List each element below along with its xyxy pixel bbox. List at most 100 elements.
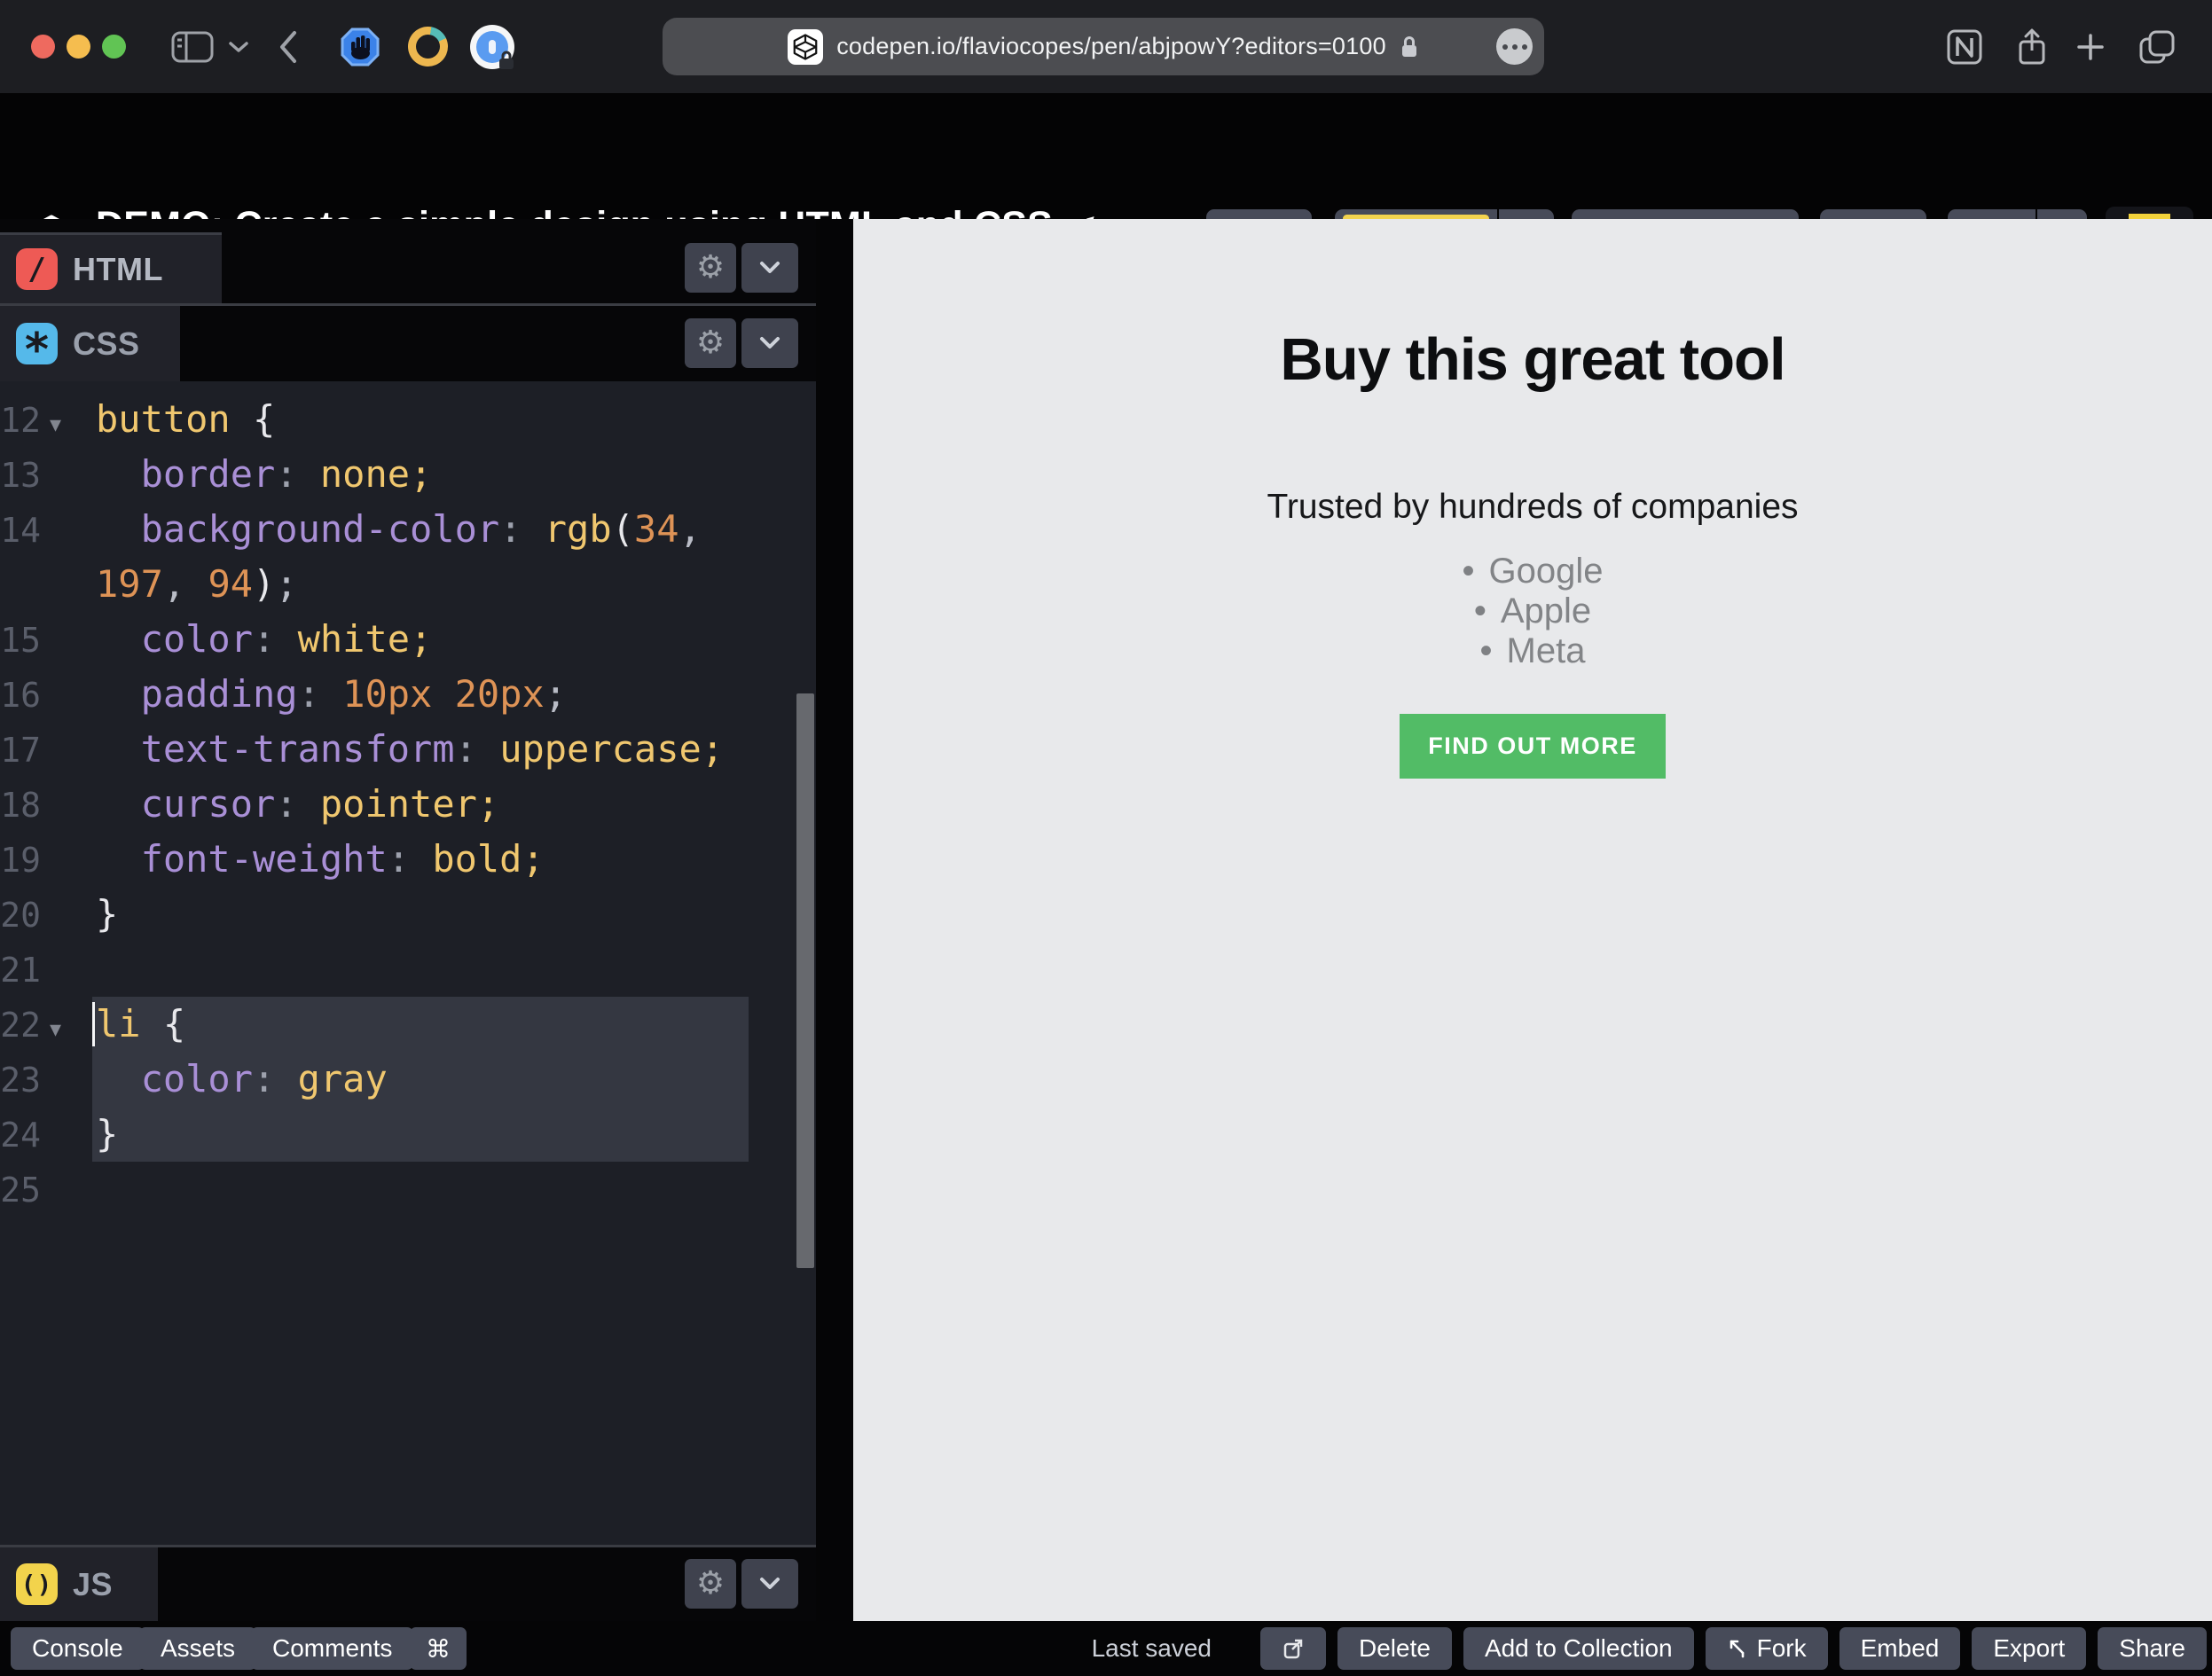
find-out-more-button[interactable]: FIND OUT MORE [1400,714,1666,779]
code-line-22[interactable]: 22 ▾ li { [0,997,816,1052]
new-tab-icon[interactable] [2075,0,2106,93]
line-number: 16 [0,676,41,715]
line-number: 22 [0,1006,41,1045]
bullet-icon: • [1462,552,1475,591]
html-editor-header: / HTML ⚙ [0,219,816,303]
code-line-20[interactable]: 20} [0,887,816,942]
external-link-icon [1283,1639,1303,1659]
fold-arrow-icon[interactable]: ▾ [41,1002,96,1057]
js-collapse-button[interactable] [741,1559,798,1609]
code-token: ; [275,562,298,606]
assets-button[interactable]: Assets [139,1627,257,1670]
code-token: padding [140,672,298,716]
css-collapse-button[interactable] [741,318,798,368]
html-icon: / [16,248,58,290]
code-token: : [253,1057,276,1100]
keyboard-shortcuts-button[interactable]: ⌘ [410,1627,467,1670]
page-settings-ellipsis-icon[interactable] [1496,28,1533,65]
code-token: font-weight [140,837,388,881]
preview-subheading: Trusted by hundreds of companies [1267,488,1799,526]
tab-css[interactable]: * CSS [0,306,180,381]
chevron-down-icon [760,337,780,349]
code-line-13[interactable]: 13 border: none; [0,447,816,502]
code-line-17[interactable]: 17 text-transform: uppercase; [0,722,816,777]
delete-button[interactable]: Delete [1337,1627,1452,1670]
code-line-24[interactable]: 24} [0,1107,816,1162]
embed-button[interactable]: Embed [1839,1627,1961,1670]
fold-arrow-icon[interactable]: ▾ [41,397,96,452]
html-settings-gear-button[interactable]: ⚙ [685,243,736,293]
code-line-19[interactable]: 19 font-weight: bold; [0,832,816,887]
screenshot-root: codepen.io/flaviocopes/pen/abjpowY?edito… [0,0,2212,1676]
code-line-14[interactable]: 14 background-color: rgb(34, [0,502,816,557]
code-line-18[interactable]: 18 cursor: pointer; [0,777,816,832]
code-line-16[interactable]: 16 padding: 10px 20px; [0,667,816,722]
tab-overview-icon[interactable] [2136,0,2178,93]
code-token: cursor [140,782,276,826]
window-minimize-button[interactable] [67,35,90,59]
company-name: Google [1488,552,1604,591]
code-line-12[interactable]: 12 ▾ button { [0,392,816,447]
text-cursor [92,1002,95,1046]
html-collapse-button[interactable] [741,243,798,293]
css-code-editor[interactable]: 12 ▾ button {13 border: none; 14 background… [0,381,816,1545]
window-zoom-button[interactable] [102,35,126,59]
address-bar[interactable]: codepen.io/flaviocopes/pen/abjpowY?edito… [663,18,1544,75]
browser-toolbar: codepen.io/flaviocopes/pen/abjpowY?edito… [0,0,2212,93]
footer-actions: Last saved Delete Add to Collection Fork… [1092,1627,2207,1670]
open-in-new-window-button[interactable] [1260,1627,1326,1670]
ring-extension-icon[interactable] [408,0,448,93]
code-token: pointer; [319,782,500,826]
code-line-21[interactable]: 21 [0,942,816,997]
code-token: white; [297,617,433,661]
code-token: { [162,1002,186,1046]
password-manager-extension-icon[interactable] [470,0,514,93]
js-editor-header: () JS ⚙ [0,1547,816,1621]
share-button[interactable]: Share [2098,1627,2207,1670]
js-tab-label: JS [73,1565,114,1602]
line-number: 12 [0,401,41,440]
bullet-icon: • [1473,591,1486,630]
export-button[interactable]: Export [1972,1627,2087,1670]
code-token: : [275,782,298,826]
code-line-25[interactable]: 25 [0,1162,816,1217]
code-token: } [96,1112,119,1155]
code-line-15[interactable]: 15 color: white; [0,612,816,667]
codepen-footer: Console Assets Comments ⌘ Last saved Del… [0,1621,2212,1676]
codepen-header: DEMO: Create a simple design using HTML … [0,93,2212,290]
tab-html[interactable]: / HTML [0,232,222,303]
share-icon[interactable] [2012,0,2052,93]
js-settings-gear-button[interactable]: ⚙ [685,1559,736,1609]
gear-icon: ⚙ [695,249,726,286]
bullet-icon: • [1479,631,1493,670]
notion-app-icon[interactable] [1944,0,1985,93]
sidebar-toggle-icon[interactable] [170,0,215,93]
line-number: 17 [0,731,41,770]
sidebar-chevron-icon[interactable] [227,0,250,93]
code-token: background-color [140,507,500,551]
add-to-collection-button[interactable]: Add to Collection [1463,1627,1694,1670]
code-token: 10px [342,672,433,716]
window-close-button[interactable] [31,35,55,59]
company-name: Meta [1506,631,1586,670]
code-line-23[interactable]: 23 color: gray [0,1052,816,1107]
back-button-icon[interactable] [273,0,303,93]
css-settings-gear-button[interactable]: ⚙ [685,318,736,368]
chevron-down-icon [760,1578,780,1589]
content-blocker-extension-icon[interactable] [339,0,381,93]
comments-button[interactable]: Comments [251,1627,414,1670]
console-button[interactable]: Console [11,1627,145,1670]
line-number: 25 [0,1171,41,1210]
editor-preview-resizer[interactable] [816,219,853,1621]
code-token: text-transform [140,727,455,771]
code-line-wrap[interactable]: 197, 94); [0,557,816,612]
code-token: button [96,397,231,441]
tab-js[interactable]: () JS [0,1547,158,1621]
fork-button[interactable]: Fork [1705,1627,1828,1670]
